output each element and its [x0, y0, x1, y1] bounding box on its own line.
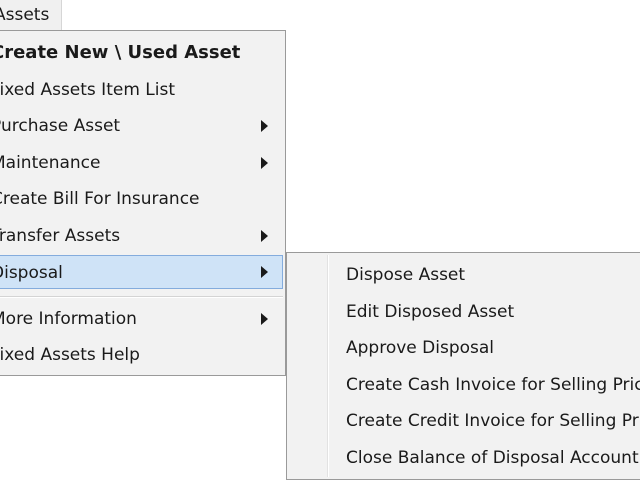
submenu-arrow-icon	[261, 157, 268, 169]
menu-assets-label: Assets	[0, 5, 50, 25]
submenu-arrow-icon	[261, 120, 268, 132]
submenu-item-label: Create Cash Invoice for Selling Price	[346, 375, 640, 395]
menu-item-create-bill-for-insurance[interactable]: Create Bill For Insurance	[0, 182, 283, 216]
menu-item-label: Maintenance	[0, 153, 101, 173]
submenu-item-label: Edit Disposed Asset	[346, 302, 515, 322]
submenu-item-label: Close Balance of Disposal Account	[346, 448, 639, 468]
screen: Assets Create New \ Used Asset Fixed Ass…	[0, 0, 640, 480]
menu-item-label: Disposal	[0, 263, 63, 283]
menu-item-transfer-assets[interactable]: Transfer Assets	[0, 219, 283, 253]
menu-item-maintenance[interactable]: Maintenance	[0, 146, 283, 180]
menu-item-label: Create Bill For Insurance	[0, 189, 200, 209]
menu-item-more-information[interactable]: More Information	[0, 302, 283, 336]
submenu-item-label: Approve Disposal	[346, 338, 495, 358]
submenu-item-create-cash-invoice[interactable]: Create Cash Invoice for Selling Price	[289, 368, 640, 402]
menu-separator	[0, 296, 283, 298]
assets-dropdown-menu: Create New \ Used Asset Fixed Assets Ite…	[0, 30, 286, 376]
submenu-item-edit-disposed-asset[interactable]: Edit Disposed Asset	[289, 295, 640, 329]
submenu-arrow-icon	[261, 313, 268, 325]
menu-item-disposal[interactable]: Disposal	[0, 255, 283, 289]
menu-item-label: Transfer Assets	[0, 226, 121, 246]
submenu-item-create-credit-invoice[interactable]: Create Credit Invoice for Selling Price	[289, 404, 640, 438]
menu-item-label: Create New \ Used Asset	[0, 42, 241, 63]
menu-item-purchase-asset[interactable]: Purchase Asset	[0, 109, 283, 143]
submenu-item-dispose-asset[interactable]: Dispose Asset	[289, 258, 640, 292]
submenu-arrow-icon	[261, 230, 268, 242]
menu-item-label: Fixed Assets Item List	[0, 80, 176, 100]
menu-item-label: More Information	[0, 309, 137, 329]
menu-item-fixed-assets-help[interactable]: Fixed Assets Help	[0, 338, 283, 372]
menu-item-label: Purchase Asset	[0, 116, 121, 136]
submenu-item-close-balance-disposal-account[interactable]: Close Balance of Disposal Account	[289, 441, 640, 475]
disposal-submenu: Dispose Asset Edit Disposed Asset Approv…	[286, 252, 640, 480]
submenu-arrow-icon	[261, 266, 268, 278]
menu-item-create-new-used-asset[interactable]: Create New \ Used Asset	[0, 36, 283, 70]
submenu-item-approve-disposal[interactable]: Approve Disposal	[289, 331, 640, 365]
menu-assets[interactable]: Assets	[0, 0, 62, 30]
menu-item-fixed-assets-item-list[interactable]: Fixed Assets Item List	[0, 73, 283, 107]
submenu-item-label: Create Credit Invoice for Selling Price	[346, 411, 640, 431]
submenu-item-label: Dispose Asset	[346, 265, 466, 285]
menu-item-label: Fixed Assets Help	[0, 345, 140, 365]
